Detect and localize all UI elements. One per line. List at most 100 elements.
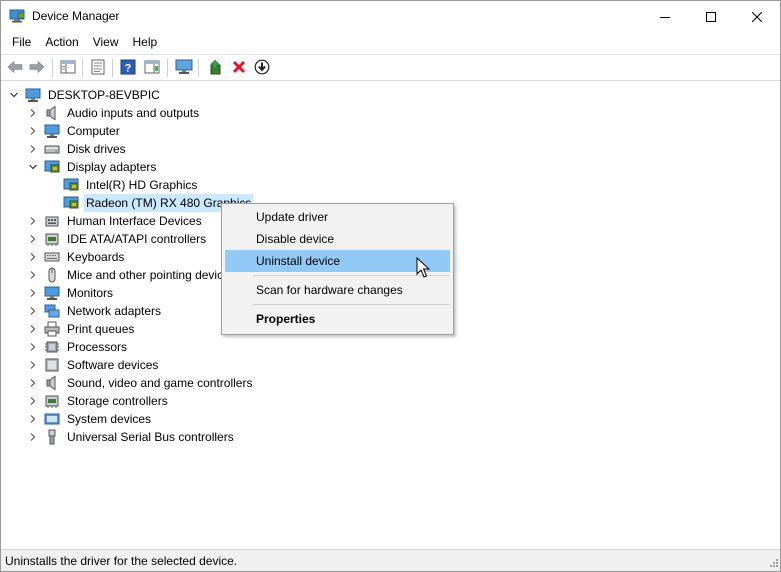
- menu-update-driver[interactable]: Update driver: [225, 206, 450, 228]
- window-title: Device Manager: [32, 9, 120, 23]
- action-pane-icon: [144, 60, 160, 77]
- tree-item-software-devices[interactable]: Software devices: [28, 356, 160, 374]
- speaker-icon: [44, 105, 60, 121]
- tree-item-hid[interactable]: Human Interface Devices: [28, 212, 204, 230]
- chevron-right-icon[interactable]: [28, 414, 38, 424]
- chevron-right-icon[interactable]: [28, 378, 38, 388]
- chevron-down-icon[interactable]: [28, 162, 38, 172]
- display-adapter-icon: [44, 159, 60, 175]
- menu-help[interactable]: Help: [126, 32, 165, 53]
- menu-disable-device[interactable]: Disable device: [225, 228, 450, 250]
- chevron-right-icon[interactable]: [28, 108, 38, 118]
- title-bar[interactable]: Device Manager: [1, 1, 780, 32]
- resize-grip-icon[interactable]: [767, 558, 778, 569]
- tree-item-monitors[interactable]: Monitors: [28, 284, 115, 302]
- chevron-right-icon[interactable]: [28, 288, 38, 298]
- tree-item-display-adapters[interactable]: Display adapters: [28, 158, 158, 176]
- toolbar-separator: [167, 59, 168, 77]
- tree-item-audio[interactable]: Audio inputs and outputs: [28, 104, 201, 122]
- toolbar-separator: [198, 59, 199, 77]
- tree-item-intel-hd-graphics[interactable]: Intel(R) HD Graphics: [63, 176, 199, 194]
- tree-root-label: DESKTOP-8EVBPIC: [48, 88, 160, 102]
- svg-text:?: ?: [125, 62, 132, 74]
- tree-item-network[interactable]: Network adapters: [28, 302, 163, 320]
- enable-device-icon: [254, 59, 270, 78]
- chevron-right-icon[interactable]: [28, 144, 38, 154]
- storage-controller-icon: [44, 393, 60, 409]
- computer-root-icon: [25, 87, 41, 103]
- tree-item-disk-drives[interactable]: Disk drives: [28, 140, 128, 158]
- chevron-right-icon[interactable]: [28, 234, 38, 244]
- tree-item-label: Audio inputs and outputs: [67, 106, 200, 120]
- enable-device-button[interactable]: [252, 58, 272, 78]
- chevron-right-icon[interactable]: [28, 306, 38, 316]
- display-adapter-icon: [63, 195, 79, 211]
- menu-file[interactable]: File: [5, 32, 38, 53]
- close-button[interactable]: [734, 1, 780, 32]
- tree-item-label: IDE ATA/ATAPI controllers: [67, 232, 207, 246]
- uninstall-device-button[interactable]: [229, 58, 249, 78]
- action-pane-button[interactable]: [142, 58, 162, 78]
- tree-item-storage[interactable]: Storage controllers: [28, 392, 170, 410]
- chevron-right-icon[interactable]: [28, 270, 38, 280]
- properties-button[interactable]: [88, 58, 108, 78]
- tree-item-label: System devices: [67, 412, 152, 426]
- close-icon: [752, 11, 762, 22]
- tree-item-keyboards[interactable]: Keyboards: [28, 248, 126, 266]
- tree-item-processors[interactable]: Processors: [28, 338, 129, 356]
- tree-item-usb[interactable]: Universal Serial Bus controllers: [28, 428, 236, 446]
- toolbar: ?: [1, 54, 780, 81]
- tree-item-label: Network adapters: [67, 304, 162, 318]
- maximize-button[interactable]: [688, 1, 734, 32]
- chevron-right-icon[interactable]: [28, 324, 38, 334]
- tree-item-label: Print queues: [67, 322, 135, 336]
- update-driver-button[interactable]: [205, 58, 225, 78]
- chevron-right-icon[interactable]: [28, 432, 38, 442]
- processor-icon: [44, 339, 60, 355]
- tree-item-mice[interactable]: Mice and other pointing devices: [28, 266, 238, 284]
- device-manager-app-icon: [9, 9, 25, 23]
- tree-item-ide[interactable]: IDE ATA/ATAPI controllers: [28, 230, 208, 248]
- help-button[interactable]: ?: [118, 58, 138, 78]
- menu-action[interactable]: Action: [38, 32, 85, 53]
- mouse-cursor-icon: [416, 256, 431, 279]
- maximize-icon: [706, 11, 716, 22]
- chevron-right-icon[interactable]: [28, 216, 38, 226]
- status-bar: Uninstalls the driver for the selected d…: [1, 549, 780, 571]
- chevron-down-icon[interactable]: [9, 90, 19, 100]
- tree-item-label: Intel(R) HD Graphics: [86, 178, 198, 192]
- chevron-right-icon[interactable]: [28, 396, 38, 406]
- system-device-icon: [44, 411, 60, 427]
- back-button[interactable]: [5, 58, 25, 78]
- show-hide-tree-button[interactable]: [58, 58, 78, 78]
- menu-view[interactable]: View: [86, 32, 126, 53]
- tree-item-label: Computer: [67, 124, 120, 138]
- monitor-icon: [44, 285, 60, 301]
- forward-arrow-icon: [29, 60, 45, 77]
- ide-controller-icon: [44, 231, 60, 247]
- tree-item-print-queues[interactable]: Print queues: [28, 320, 136, 338]
- tree-root[interactable]: DESKTOP-8EVBPIC: [9, 86, 162, 104]
- tree-item-label: Processors: [67, 340, 128, 354]
- usb-icon: [44, 429, 60, 445]
- show-hide-tree-icon: [60, 60, 76, 77]
- chevron-right-icon[interactable]: [28, 252, 38, 262]
- tree-item-system-devices[interactable]: System devices: [28, 410, 153, 428]
- menu-separator: [253, 304, 450, 305]
- forward-button[interactable]: [27, 58, 47, 78]
- tree-item-sound-video[interactable]: Sound, video and game controllers: [28, 374, 254, 392]
- update-driver-icon: [207, 59, 223, 78]
- tree-item-computer[interactable]: Computer: [28, 122, 122, 140]
- menu-properties[interactable]: Properties: [225, 308, 450, 330]
- chevron-right-icon[interactable]: [28, 342, 38, 352]
- tree-item-label: Display adapters: [67, 160, 157, 174]
- chevron-right-icon[interactable]: [28, 126, 38, 136]
- scan-hardware-icon: [175, 59, 193, 78]
- chevron-right-icon[interactable]: [28, 360, 38, 370]
- menu-scan-hardware[interactable]: Scan for hardware changes: [225, 279, 450, 301]
- properties-icon: [90, 59, 106, 78]
- scan-hardware-button[interactable]: [174, 58, 194, 78]
- tree-item-label: Disk drives: [67, 142, 126, 156]
- tree-item-label: Software devices: [67, 358, 159, 372]
- minimize-button[interactable]: [642, 1, 688, 32]
